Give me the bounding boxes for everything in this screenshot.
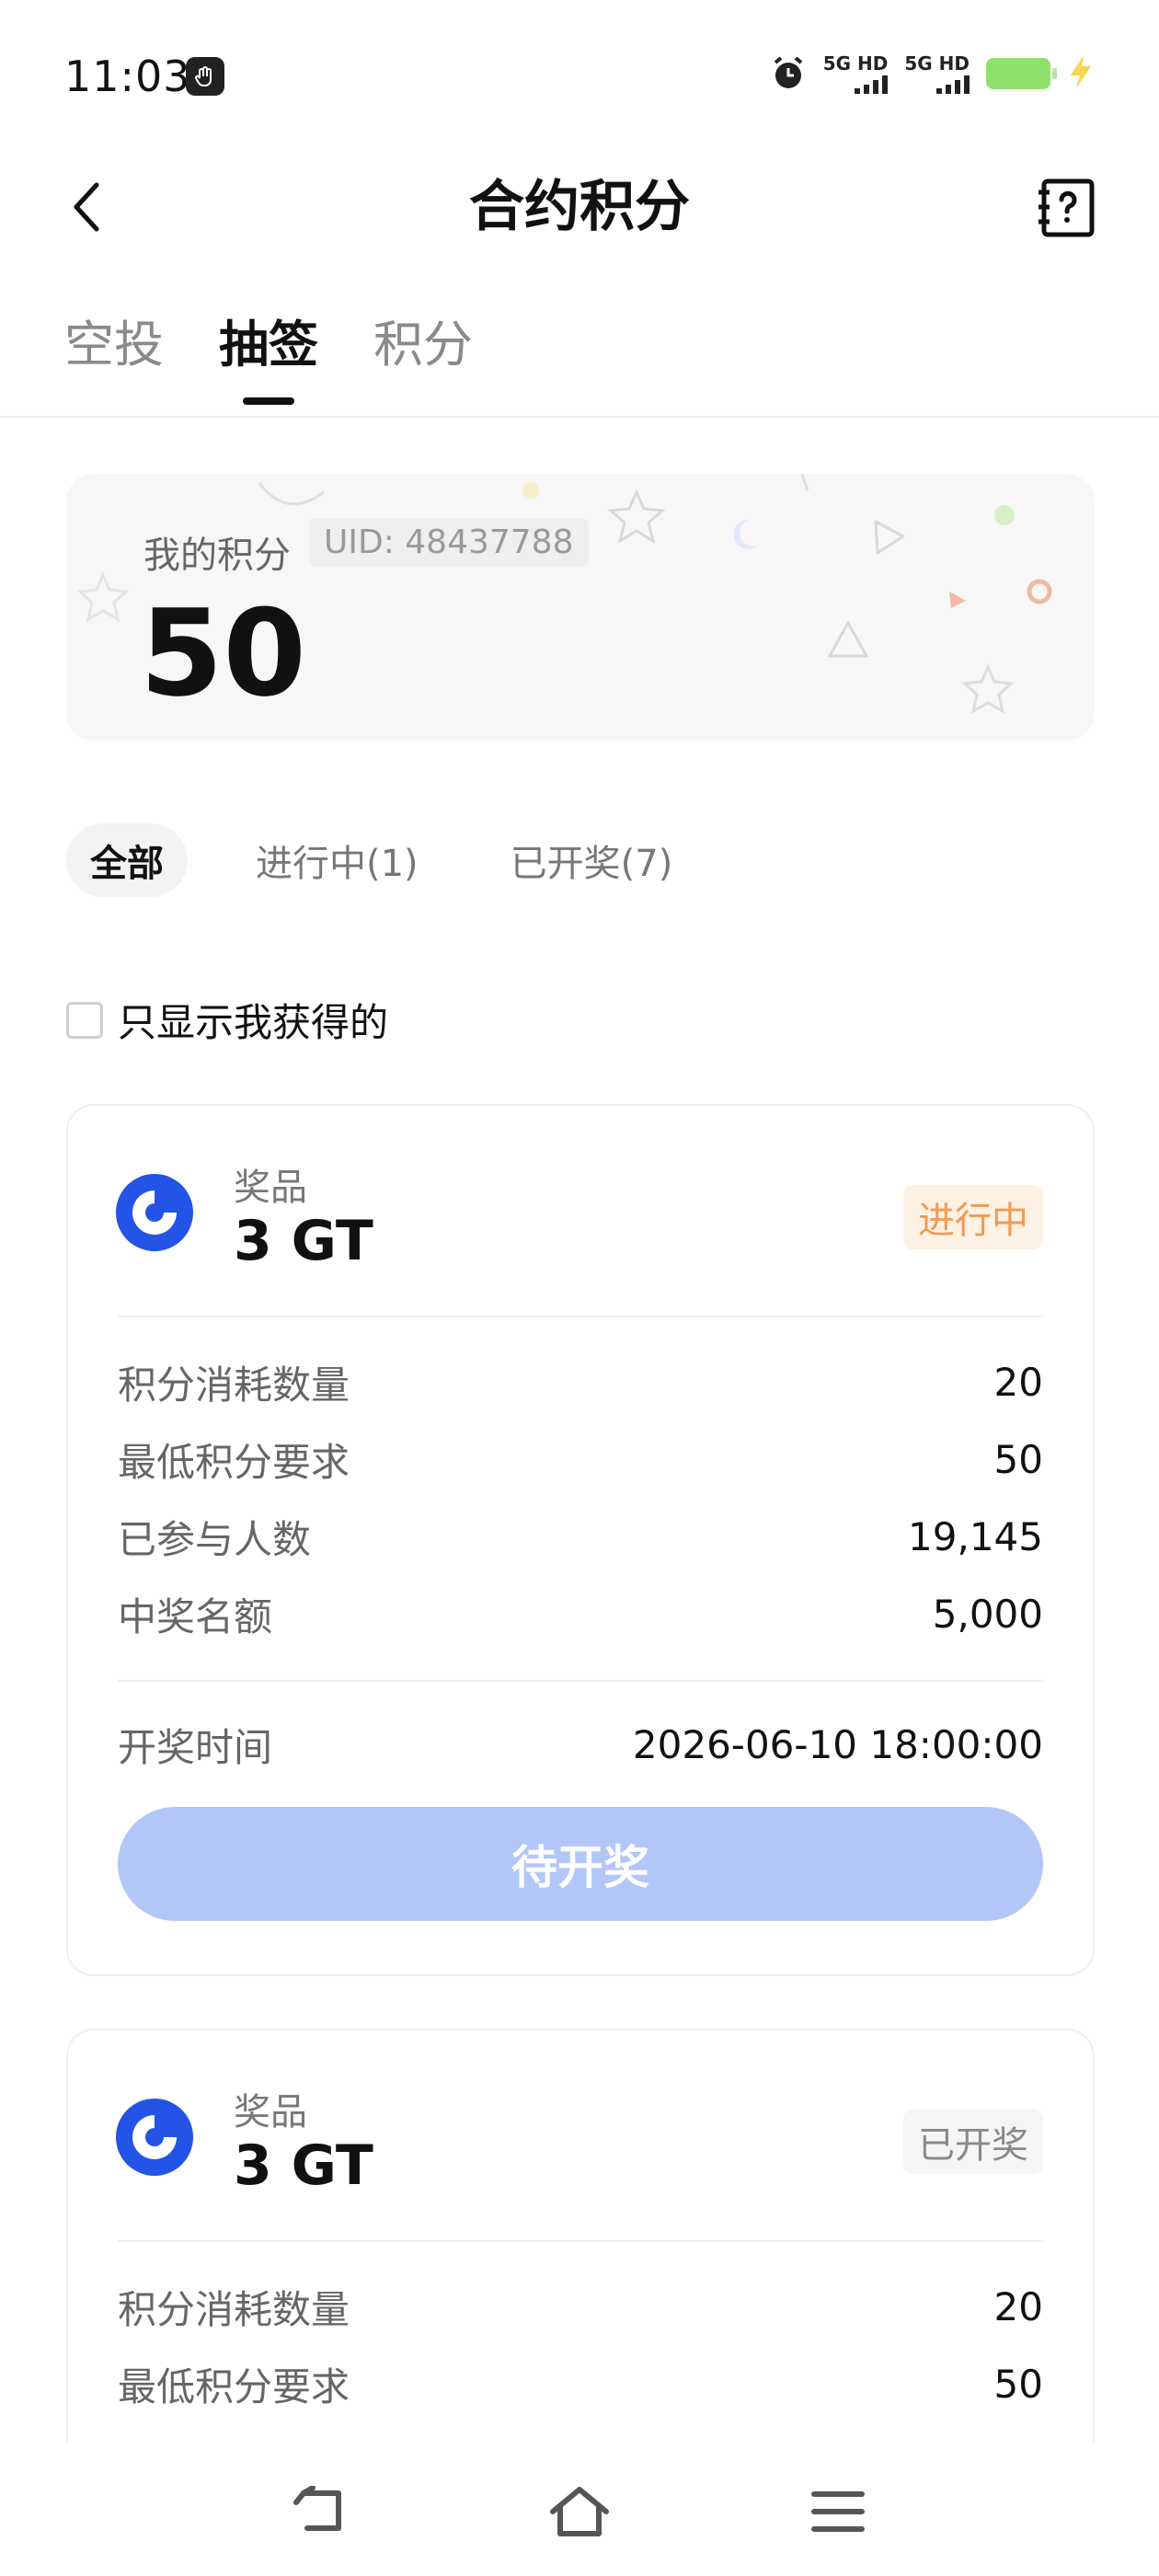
return-icon	[293, 2486, 341, 2531]
hand-icon	[186, 57, 224, 96]
draw-time-value: 2026-06-10 18:00:00	[632, 1721, 1043, 1767]
detail-row: 积分消耗数量 20	[118, 2279, 1043, 2334]
divider	[118, 1680, 1043, 1682]
row-label: 最低积分要求	[118, 2363, 350, 2409]
nav-menu-button[interactable]	[797, 2470, 879, 2553]
rules-button[interactable]	[1030, 171, 1104, 245]
row-value: 50	[993, 1436, 1043, 1482]
points-label: 我的积分	[143, 535, 291, 577]
filter-ongoing[interactable]: 进行中(1)	[232, 823, 442, 897]
draw-time-row: 开奖时间 2026-06-10 18:00:00	[118, 1717, 1043, 1772]
detail-row: 中奖名额 5,000	[118, 1586, 1043, 1641]
detail-row: 最低积分要求 50	[118, 2356, 1043, 2411]
row-label: 最低积分要求	[118, 1439, 350, 1485]
only-mine-checkbox[interactable]	[66, 1001, 103, 1039]
row-value: 5,000	[932, 1591, 1043, 1637]
divider	[0, 416, 1159, 418]
gt-logo-icon	[116, 1174, 193, 1251]
nav-home-button[interactable]	[538, 2470, 621, 2553]
charging-icon	[1067, 53, 1095, 94]
signal-1: 5G HD	[823, 53, 889, 94]
status-bar: 11:03 5G HD 5G HD	[0, 0, 1159, 156]
filter-bar: 全部 进行中(1) 已开奖(7)	[66, 823, 696, 897]
points-card: 我的积分 UID: 48437788 50	[66, 474, 1095, 741]
row-value: 19,145	[908, 1513, 1043, 1559]
divider	[118, 1316, 1043, 1317]
detail-row: 最低积分要求 50	[118, 1432, 1043, 1487]
prize-card: 奖品 3 GT 进行中 积分消耗数量 20 最低积分要求 50 已参与人数 19…	[66, 1104, 1095, 1976]
status-badge: 进行中	[903, 1185, 1043, 1249]
only-mine-toggle[interactable]: 只显示我获得的	[66, 992, 388, 1048]
prize-label: 奖品	[234, 1167, 307, 1209]
detail-row: 已参与人数 19,145	[118, 1509, 1043, 1564]
tab-airdrop[interactable]: 空投	[64, 313, 164, 377]
alarm-icon	[770, 55, 807, 92]
draw-time-label: 开奖时间	[118, 1724, 273, 1770]
tab-bar: 空投 抽签 积分	[64, 313, 473, 377]
filter-all[interactable]: 全部	[66, 823, 188, 897]
divider	[118, 2240, 1043, 2242]
only-mine-label: 只显示我获得的	[118, 1000, 389, 1045]
page-title: 合约积分	[469, 175, 690, 239]
nav-back-button[interactable]	[281, 2470, 363, 2553]
row-label: 积分消耗数量	[118, 1362, 350, 1408]
signal-2: 5G HD	[904, 53, 970, 94]
tab-points[interactable]: 积分	[373, 313, 473, 377]
prize-amount: 3 GT	[234, 1209, 373, 1273]
filter-drawn[interactable]: 已开奖(7)	[487, 823, 697, 897]
menu-icon	[811, 2491, 865, 2532]
detail-row: 积分消耗数量 20	[118, 1354, 1043, 1409]
header: 合约积分	[0, 156, 1159, 258]
status-time: 11:03	[64, 52, 191, 101]
prize-amount: 3 GT	[234, 2133, 373, 2198]
row-value: 50	[993, 2361, 1043, 2407]
help-book-icon	[1039, 178, 1095, 237]
row-label: 积分消耗数量	[118, 2286, 350, 2332]
tab-lottery[interactable]: 抽签	[219, 313, 318, 377]
row-label: 中奖名额	[118, 1593, 273, 1639]
uid-badge: UID: 48437788	[309, 518, 589, 567]
home-icon	[550, 2487, 609, 2536]
prize-label: 奖品	[234, 2091, 307, 2133]
network-label: 5G HD	[904, 52, 970, 75]
status-badge: 已开奖	[903, 2110, 1043, 2174]
points-value: 50	[140, 583, 306, 723]
system-nav-bar	[0, 2443, 1159, 2576]
pending-draw-button[interactable]: 待开奖	[118, 1807, 1043, 1921]
battery-icon	[986, 58, 1057, 89]
row-label: 已参与人数	[118, 1516, 312, 1562]
row-value: 20	[993, 1359, 1043, 1405]
status-indicators: 5G HD 5G HD	[770, 53, 1095, 94]
network-label: 5G HD	[822, 52, 889, 75]
gt-logo-icon	[116, 2099, 193, 2176]
row-value: 20	[993, 2283, 1043, 2329]
